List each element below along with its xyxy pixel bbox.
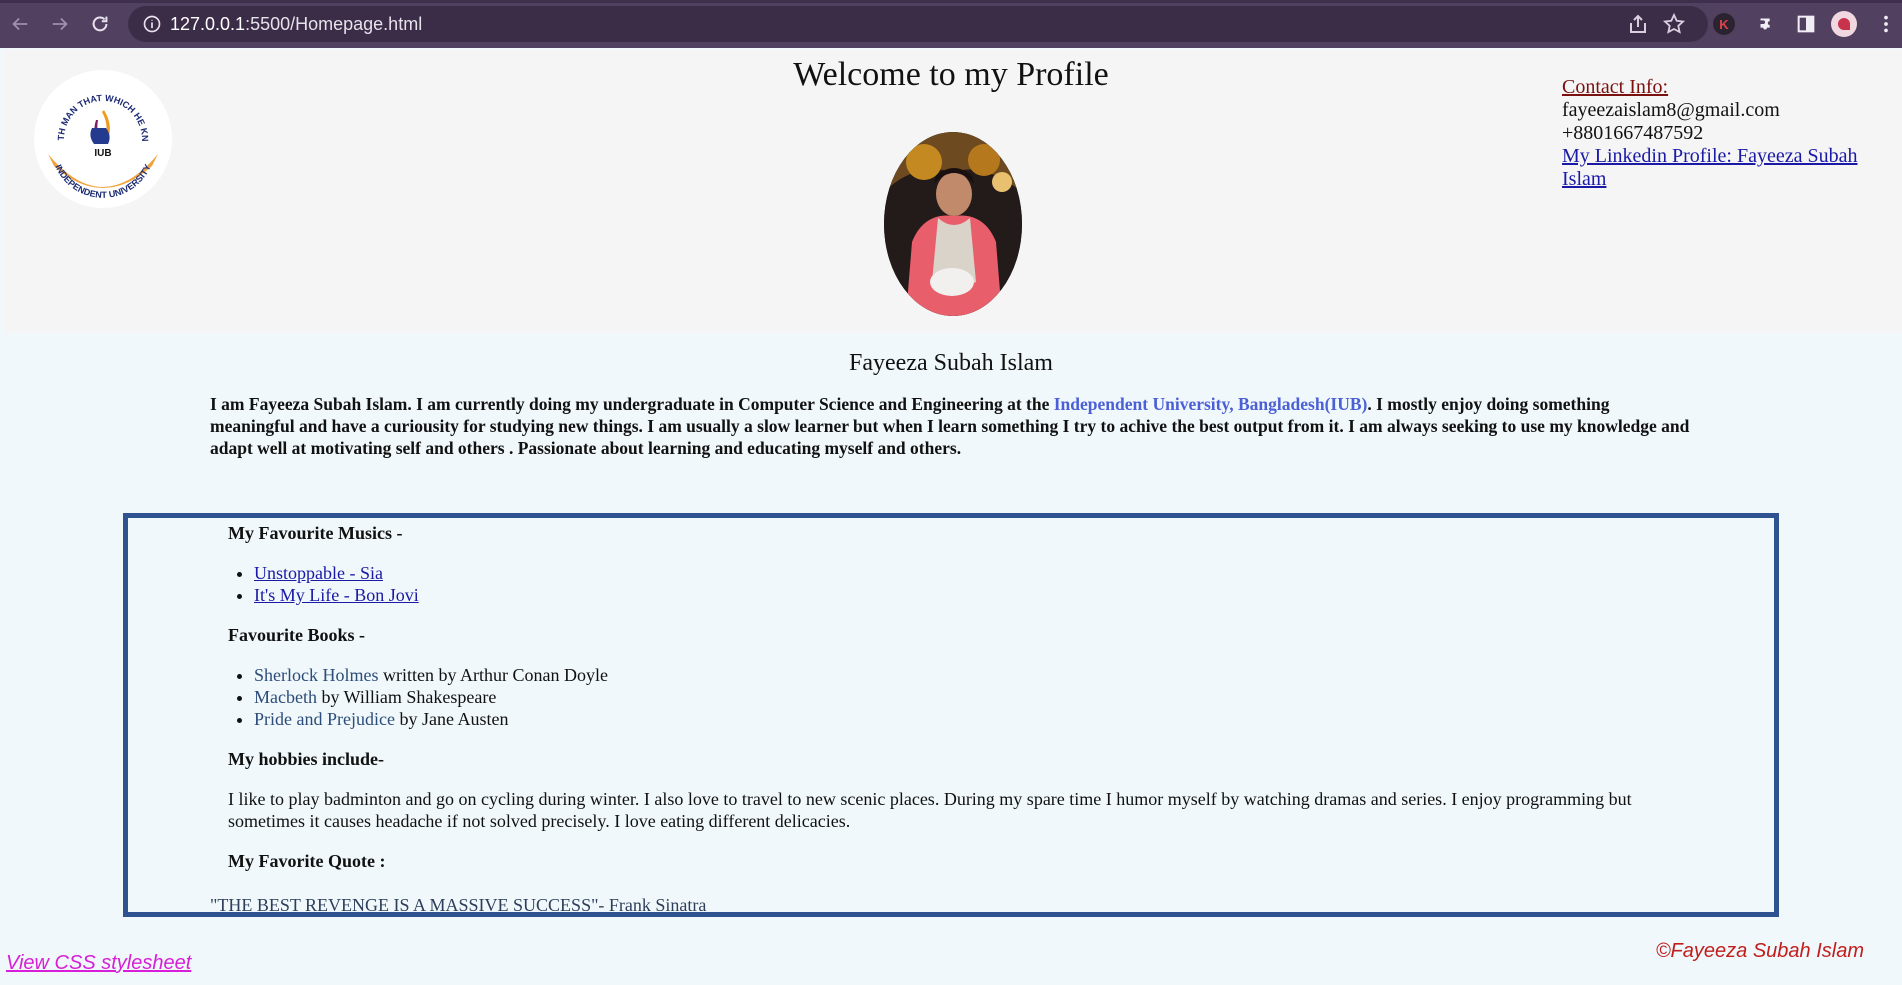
address-bar[interactable]: 127.0.0.1:5500/Homepage.html	[128, 6, 1708, 42]
music-link[interactable]: It's My Life - Bon Jovi	[254, 585, 419, 605]
linkedin-link[interactable]: My Linkedin Profile: Fayeeza Subah Islam	[1562, 145, 1858, 190]
profile-avatar-icon[interactable]	[1830, 10, 1858, 38]
hobbies-text: I like to play badminton and go on cycli…	[228, 789, 1632, 831]
hobbies-heading: My hobbies include-	[228, 749, 385, 769]
share-icon[interactable]	[1626, 12, 1650, 36]
svg-text:IUB: IUB	[94, 148, 111, 159]
contact-email: fayeezaislam8@gmail.com	[1562, 99, 1780, 121]
music-item: Unstoppable - Sia	[254, 562, 1688, 584]
music-link[interactable]: Unstoppable - Sia	[254, 563, 383, 583]
copyright-text: ©Fayeeza Subah Islam	[1655, 940, 1864, 962]
profile-photo	[884, 132, 1022, 316]
tab-strip-edge	[0, 0, 1902, 3]
book-title: Sherlock Holmes	[254, 665, 379, 685]
url-text[interactable]: 127.0.0.1:5500/Homepage.html	[170, 14, 422, 35]
browser-toolbar: 127.0.0.1:5500/Homepage.html K	[0, 0, 1902, 48]
book-title: Pride and Prejudice	[254, 709, 395, 729]
bookmark-star-icon[interactable]	[1662, 12, 1686, 36]
reload-icon[interactable]	[80, 4, 120, 44]
book-author: by Jane Austen	[394, 709, 509, 729]
book-item: Macbeth by William Shakespeare	[254, 686, 1688, 708]
book-item: Pride and Prejudice by Jane Austen	[254, 708, 1688, 730]
site-info-icon[interactable]	[138, 10, 166, 38]
book-author: by William Shakespeare	[316, 687, 497, 707]
favourites-content: My Favourite Musics - Unstoppable - Sia …	[228, 522, 1688, 872]
extension-k-icon[interactable]: K	[1710, 10, 1738, 38]
contact-info: Contact Info: fayeezaislam8@gmail.com +8…	[1562, 76, 1892, 191]
music-list: Unstoppable - Sia It's My Life - Bon Jov…	[228, 562, 1688, 606]
favourites-box: My Favourite Musics - Unstoppable - Sia …	[123, 513, 1779, 917]
contact-title: Contact Info:	[1562, 76, 1669, 98]
bio-text-start: I am Fayeeza Subah Islam. I am currently…	[210, 394, 1054, 414]
book-item: Sherlock Holmes written by Arthur Conan …	[254, 664, 1688, 686]
books-heading: Favourite Books -	[228, 625, 365, 645]
view-css-link[interactable]: View CSS stylesheet	[6, 952, 191, 975]
quote-heading: My Favorite Quote :	[228, 851, 386, 871]
forward-icon[interactable]	[40, 4, 80, 44]
university-highlight: Independent University, Bangladesh(IUB)	[1053, 394, 1368, 414]
book-title: Macbeth	[254, 687, 317, 707]
favorite-quote: "THE BEST REVENGE IS A MASSIVE SUCCESS"-…	[210, 895, 707, 915]
bio-paragraph: I am Fayeeza Subah Islam. I am currently…	[210, 393, 1690, 459]
music-heading: My Favourite Musics -	[228, 523, 403, 543]
side-panel-icon[interactable]	[1792, 10, 1820, 38]
book-author: written by Arthur Conan Doyle	[378, 665, 608, 685]
music-item: It's My Life - Bon Jovi	[254, 584, 1688, 606]
browser-menu-icon[interactable]	[1872, 10, 1900, 38]
contact-phone: +8801667487592	[1562, 122, 1704, 144]
extensions-puzzle-icon[interactable]	[1752, 10, 1780, 38]
books-list: Sherlock Holmes written by Arthur Conan …	[228, 664, 1688, 730]
back-icon[interactable]	[0, 4, 40, 44]
profile-name: Fayeeza Subah Islam	[849, 350, 1053, 376]
